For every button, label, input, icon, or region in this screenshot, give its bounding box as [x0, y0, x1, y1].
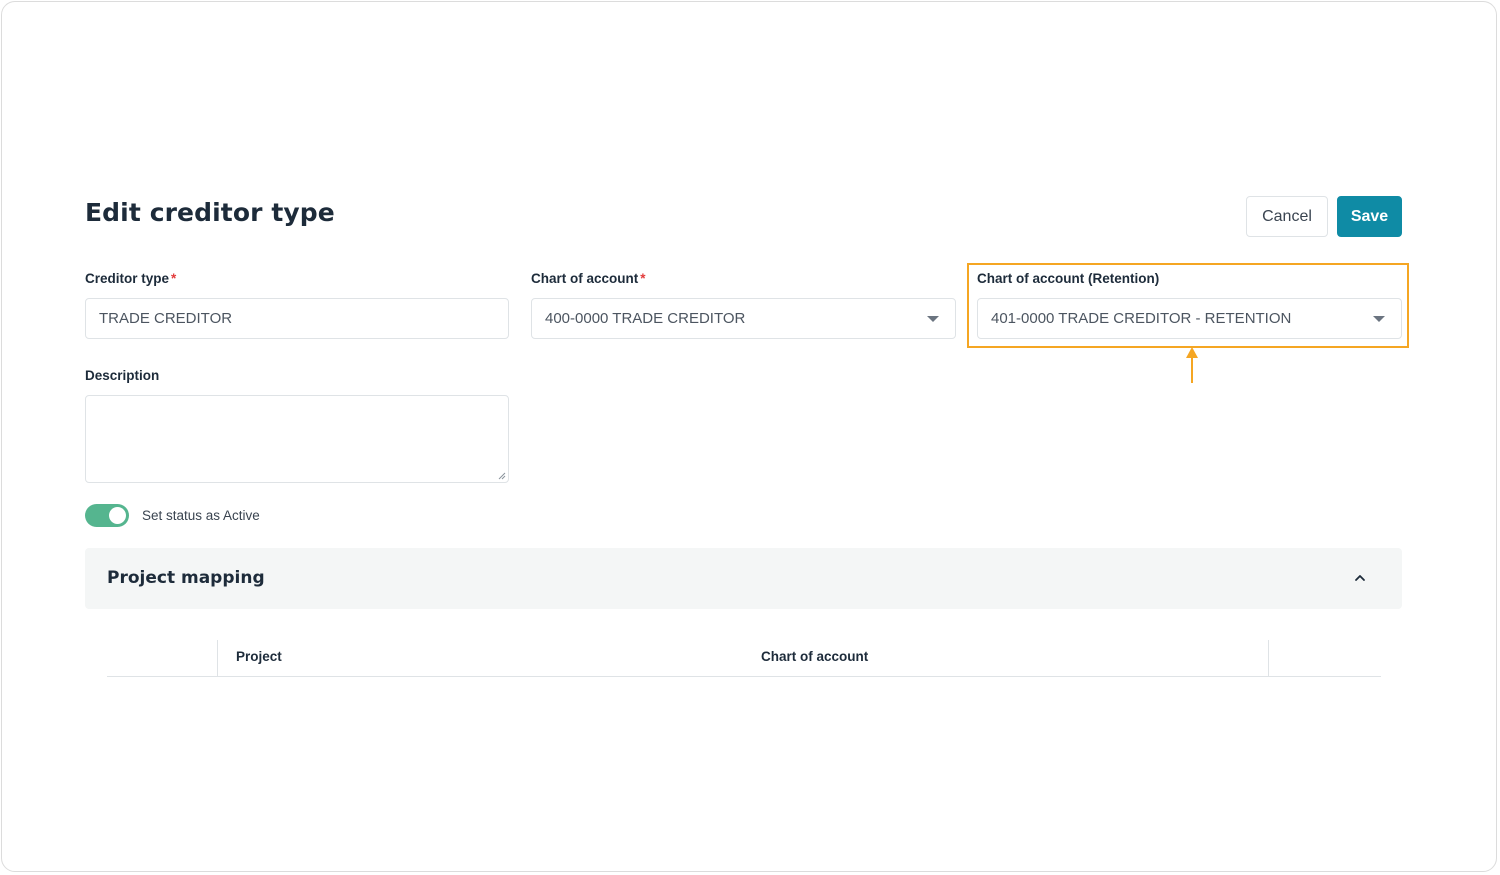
creditor-type-label: Creditor type * — [85, 271, 176, 286]
page-title: Edit creditor type — [85, 198, 335, 227]
resize-grip-icon[interactable] — [498, 472, 506, 480]
creditor-type-value: TRADE CREDITOR — [99, 310, 233, 327]
chart-of-account-value: 400-0000 TRADE CREDITOR — [545, 310, 746, 327]
caret-down-icon — [927, 316, 939, 322]
required-mark: * — [640, 271, 646, 286]
column-header-chart-of-account: Chart of account — [761, 649, 869, 664]
caret-down-icon — [1373, 316, 1385, 322]
table-header-border — [107, 676, 1381, 677]
column-header-project: Project — [236, 649, 282, 664]
chart-of-account-select[interactable]: 400-0000 TRADE CREDITOR — [531, 298, 956, 339]
chart-of-account-retention-label: Chart of account (Retention) — [977, 271, 1160, 286]
save-button[interactable]: Save — [1337, 196, 1402, 237]
cancel-button[interactable]: Cancel — [1246, 196, 1328, 237]
creditor-type-label-text: Creditor type — [85, 271, 170, 286]
chart-of-account-retention-select[interactable]: 401-0000 TRADE CREDITOR - RETENTION — [977, 298, 1402, 339]
project-mapping-accordion[interactable]: Project mapping — [85, 548, 1402, 609]
arrow-shaft — [1191, 356, 1193, 383]
creditor-type-input[interactable]: TRADE CREDITOR — [85, 298, 509, 339]
status-toggle-label: Set status as Active — [142, 508, 260, 523]
column-divider — [217, 640, 218, 676]
required-mark: * — [171, 271, 177, 286]
chart-of-account-label-text: Chart of account — [531, 271, 639, 286]
chevron-up-icon[interactable] — [1354, 572, 1366, 584]
toggle-knob — [109, 507, 126, 524]
status-toggle[interactable] — [85, 504, 129, 527]
chart-of-account-retention-value: 401-0000 TRADE CREDITOR - RETENTION — [991, 310, 1292, 327]
column-divider — [1268, 640, 1269, 676]
project-mapping-title: Project mapping — [107, 568, 265, 588]
description-textarea[interactable] — [85, 395, 509, 483]
description-label: Description — [85, 368, 160, 383]
chart-of-account-label: Chart of account * — [531, 271, 646, 286]
